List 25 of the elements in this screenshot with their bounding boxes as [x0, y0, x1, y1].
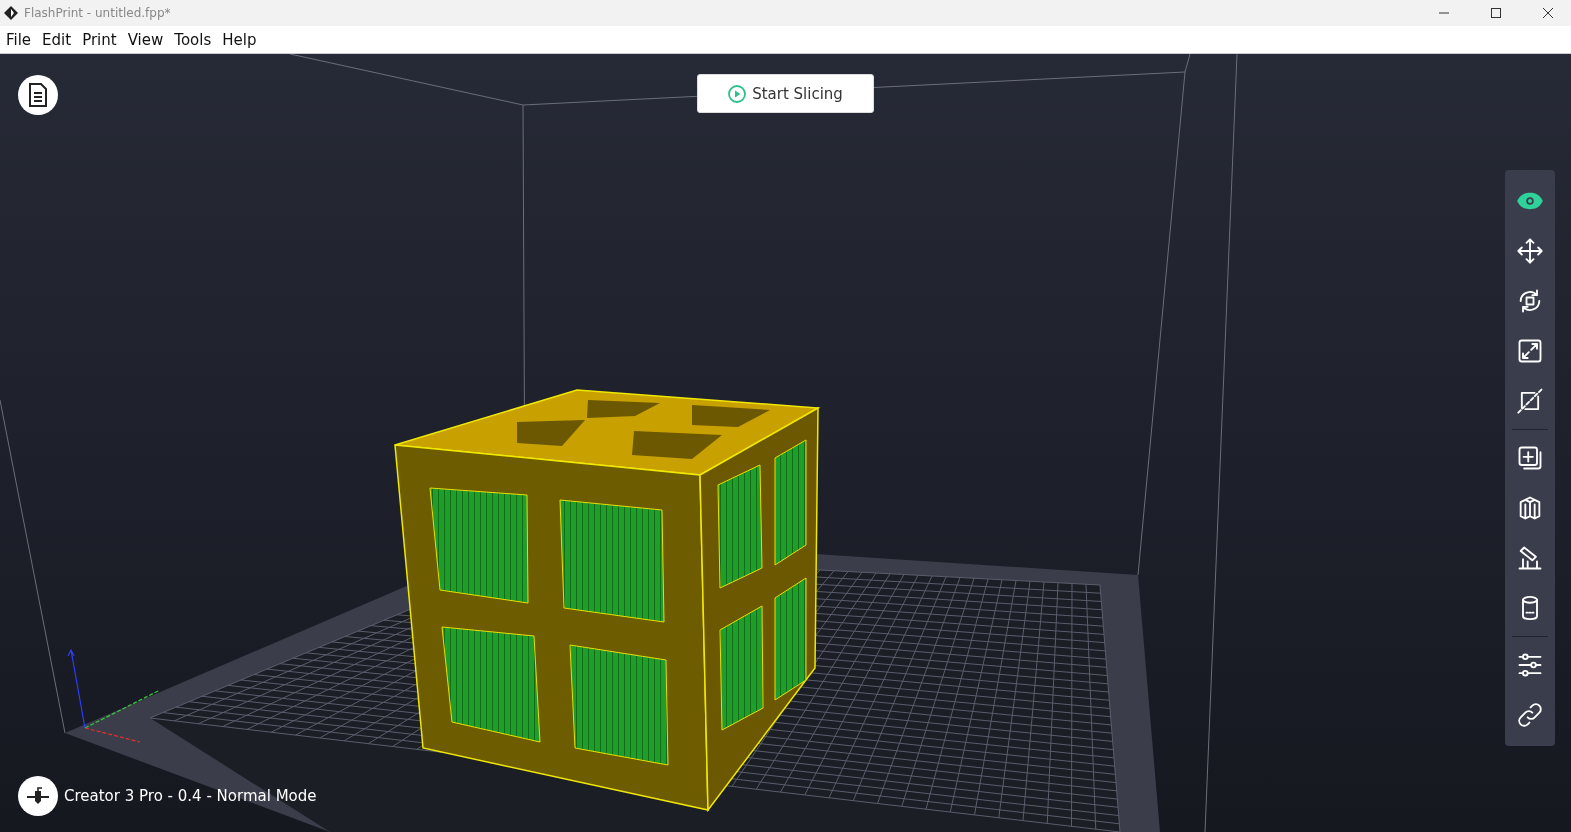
window-title: FlashPrint - untitled.fpp*: [24, 6, 172, 20]
menu-item[interactable]: Help: [218, 30, 261, 49]
sliders-icon: [1516, 651, 1544, 679]
cut-square-icon: [1516, 387, 1544, 415]
app-logo-icon: [4, 6, 18, 20]
menu-item[interactable]: View: [123, 30, 168, 49]
play-icon: [728, 84, 747, 103]
add-model-icon: [1516, 444, 1544, 472]
printer-status-text: Creator 3 Pro - 0.4 - Normal Mode: [64, 787, 317, 805]
cube-model-drawing[interactable]: [394, 389, 821, 813]
document-icon: [27, 83, 49, 107]
menu-item[interactable]: Edit: [38, 30, 76, 49]
close-icon: [1543, 8, 1553, 18]
maximize-icon: [1491, 8, 1501, 18]
start-slicing-button[interactable]: Start Slicing: [697, 74, 874, 113]
support-icon: [1516, 544, 1544, 572]
menu-item[interactable]: Tools: [170, 30, 216, 49]
document-button[interactable]: [18, 75, 58, 115]
menu-item[interactable]: File: [2, 30, 36, 49]
menu-item[interactable]: Print: [78, 30, 121, 49]
printer-button[interactable]: [18, 776, 58, 816]
link-icon: [1516, 701, 1544, 729]
move-arrows-icon: [1516, 237, 1544, 265]
scale-icon: [1516, 337, 1544, 365]
nozzle-icon: [26, 786, 50, 806]
